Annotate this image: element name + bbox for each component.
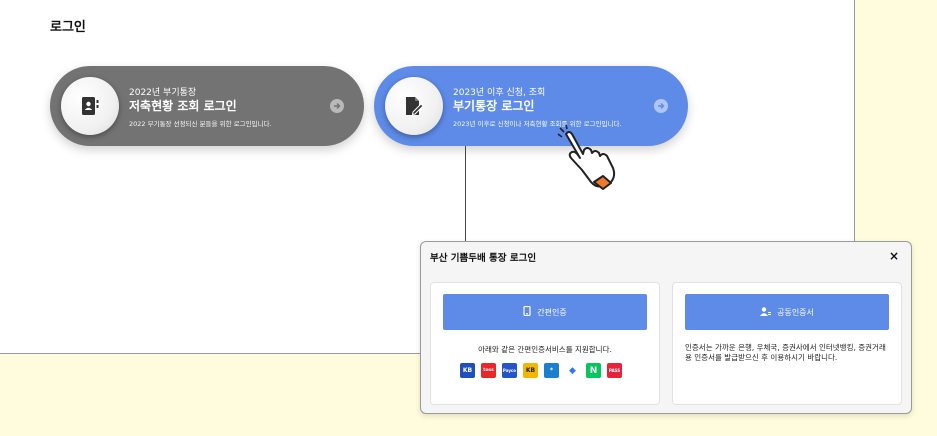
login-2022-description: 2022 부기통장 선정되신 분들을 위한 로그인입니다. bbox=[129, 120, 272, 128]
simple-auth-card: 간편인증 아래와 같은 간편인증서비스를 지원합니다. KB toss Payc… bbox=[430, 282, 660, 405]
login-2022-title: 저축현황 조회 로그인 bbox=[129, 99, 237, 113]
login-modal: 부산 기쁨두배 통장 로그인 × 간편인증 아래와 같은 간편인증서비스를 지원… bbox=[420, 241, 912, 414]
callout-connector-line bbox=[465, 146, 466, 242]
provider-badge-payco[interactable]: Payco bbox=[502, 363, 517, 378]
arrow-right-icon bbox=[654, 99, 668, 113]
phone-icon bbox=[523, 305, 531, 318]
provider-badge-kb-yellow[interactable]: KB bbox=[523, 363, 538, 378]
login-2022-button[interactable]: 2022년 부기통장 저축현황 조회 로그인 2022 부기통장 선정되신 분들… bbox=[50, 66, 364, 146]
certificate-auth-button[interactable]: 공동인증서 bbox=[685, 294, 889, 330]
login-2023-title: 부기통장 로그인 bbox=[453, 99, 535, 113]
arrow-right-icon bbox=[330, 99, 344, 113]
certificate-auth-info: 인증서는 가까운 은행, 우체국, 증권사에서 인터넷뱅킹, 증권거래용 인증서… bbox=[685, 343, 886, 363]
close-icon[interactable]: × bbox=[889, 249, 899, 263]
provider-badge-naver[interactable]: N bbox=[586, 363, 601, 378]
simple-auth-button[interactable]: 간편인증 bbox=[443, 294, 647, 330]
auth-provider-list: KB toss Payco KB * ◆ N PASS bbox=[460, 363, 622, 378]
simple-auth-info: 아래와 같은 간편인증서비스를 지원합니다. bbox=[478, 345, 612, 354]
section-title: 로그인 bbox=[50, 20, 86, 35]
pointing-hand-icon bbox=[556, 124, 622, 190]
provider-badge-shinhan[interactable]: * bbox=[544, 363, 559, 378]
user-certificate-icon bbox=[760, 306, 772, 318]
certificate-auth-label: 공동인증서 bbox=[777, 307, 814, 317]
document-edit-icon bbox=[385, 77, 443, 135]
modal-title: 부산 기쁨두배 통장 로그인 bbox=[430, 253, 537, 264]
simple-auth-label: 간편인증 bbox=[537, 307, 567, 317]
certificate-auth-card: 공동인증서 인증서는 가까운 은행, 우체국, 증권사에서 인터넷뱅킹, 증권거… bbox=[672, 282, 902, 405]
provider-badge-kb[interactable]: KB bbox=[460, 363, 475, 378]
provider-badge-toss-blue[interactable]: ◆ bbox=[565, 363, 580, 378]
contact-book-icon bbox=[61, 77, 119, 135]
provider-badge-toss[interactable]: toss bbox=[481, 363, 496, 378]
provider-badge-pass[interactable]: PASS bbox=[607, 363, 622, 378]
login-2023-button[interactable]: 2023년 이후 신청, 조회 부기통장 로그인 2023년 이후로 신청이나 … bbox=[374, 66, 688, 146]
